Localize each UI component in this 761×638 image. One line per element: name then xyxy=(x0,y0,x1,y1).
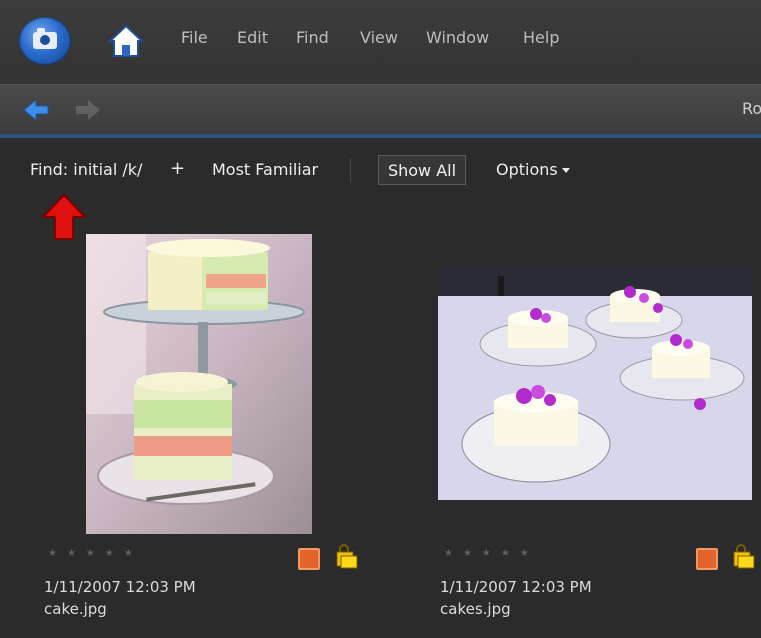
add-criteria-button[interactable]: + xyxy=(170,158,185,179)
chevron-down-icon xyxy=(561,168,570,173)
find-criteria-label: Find: initial /k/ xyxy=(30,160,143,179)
tag-icon[interactable] xyxy=(696,548,718,570)
show-all-label: Show All xyxy=(387,160,457,180)
photo-filename: cake.jpg xyxy=(44,600,107,618)
menu-item-help[interactable]: Help xyxy=(523,28,559,47)
cake-photo-image xyxy=(86,234,312,534)
most-familiar-button[interactable]: Most Familiar xyxy=(212,160,318,179)
cakes-photo-image xyxy=(438,266,752,500)
photo-date: 1/11/2007 12:03 PM xyxy=(44,578,196,596)
show-all-button[interactable]: Show All xyxy=(378,155,466,185)
back-arrow-icon xyxy=(23,98,49,122)
photo-thumbnail-cakes[interactable] xyxy=(438,266,752,500)
tag-icon[interactable] xyxy=(298,548,320,570)
back-button[interactable] xyxy=(22,98,50,122)
photo-filename: cakes.jpg xyxy=(440,600,511,618)
camera-logo-icon[interactable] xyxy=(19,17,71,65)
menu-item-find[interactable]: Find xyxy=(296,28,329,47)
menu-item-window[interactable]: Window xyxy=(426,28,489,47)
menu-item-view[interactable]: View xyxy=(360,28,398,47)
photo-date: 1/11/2007 12:03 PM xyxy=(440,578,592,596)
toolbar xyxy=(0,84,761,135)
forward-button[interactable] xyxy=(74,98,102,122)
options-dropdown[interactable]: Options xyxy=(496,160,570,179)
rating-stars[interactable]: ★★★★★ xyxy=(48,548,143,559)
home-icon xyxy=(107,24,145,57)
red-up-arrow-icon xyxy=(40,193,88,241)
toolbar-truncated-label: Ro xyxy=(742,99,761,118)
photo-thumbnail-cake[interactable] xyxy=(86,234,312,534)
divider xyxy=(350,158,351,182)
menu-item-file[interactable]: File xyxy=(181,28,208,47)
lock-icon xyxy=(731,544,755,570)
forward-arrow-icon xyxy=(76,100,100,120)
rating-stars[interactable]: ★★★★★ xyxy=(444,548,539,559)
menu-item-edit[interactable]: Edit xyxy=(237,28,268,47)
lock-icon xyxy=(334,544,358,570)
options-label: Options xyxy=(496,160,558,179)
home-button[interactable] xyxy=(106,22,146,60)
